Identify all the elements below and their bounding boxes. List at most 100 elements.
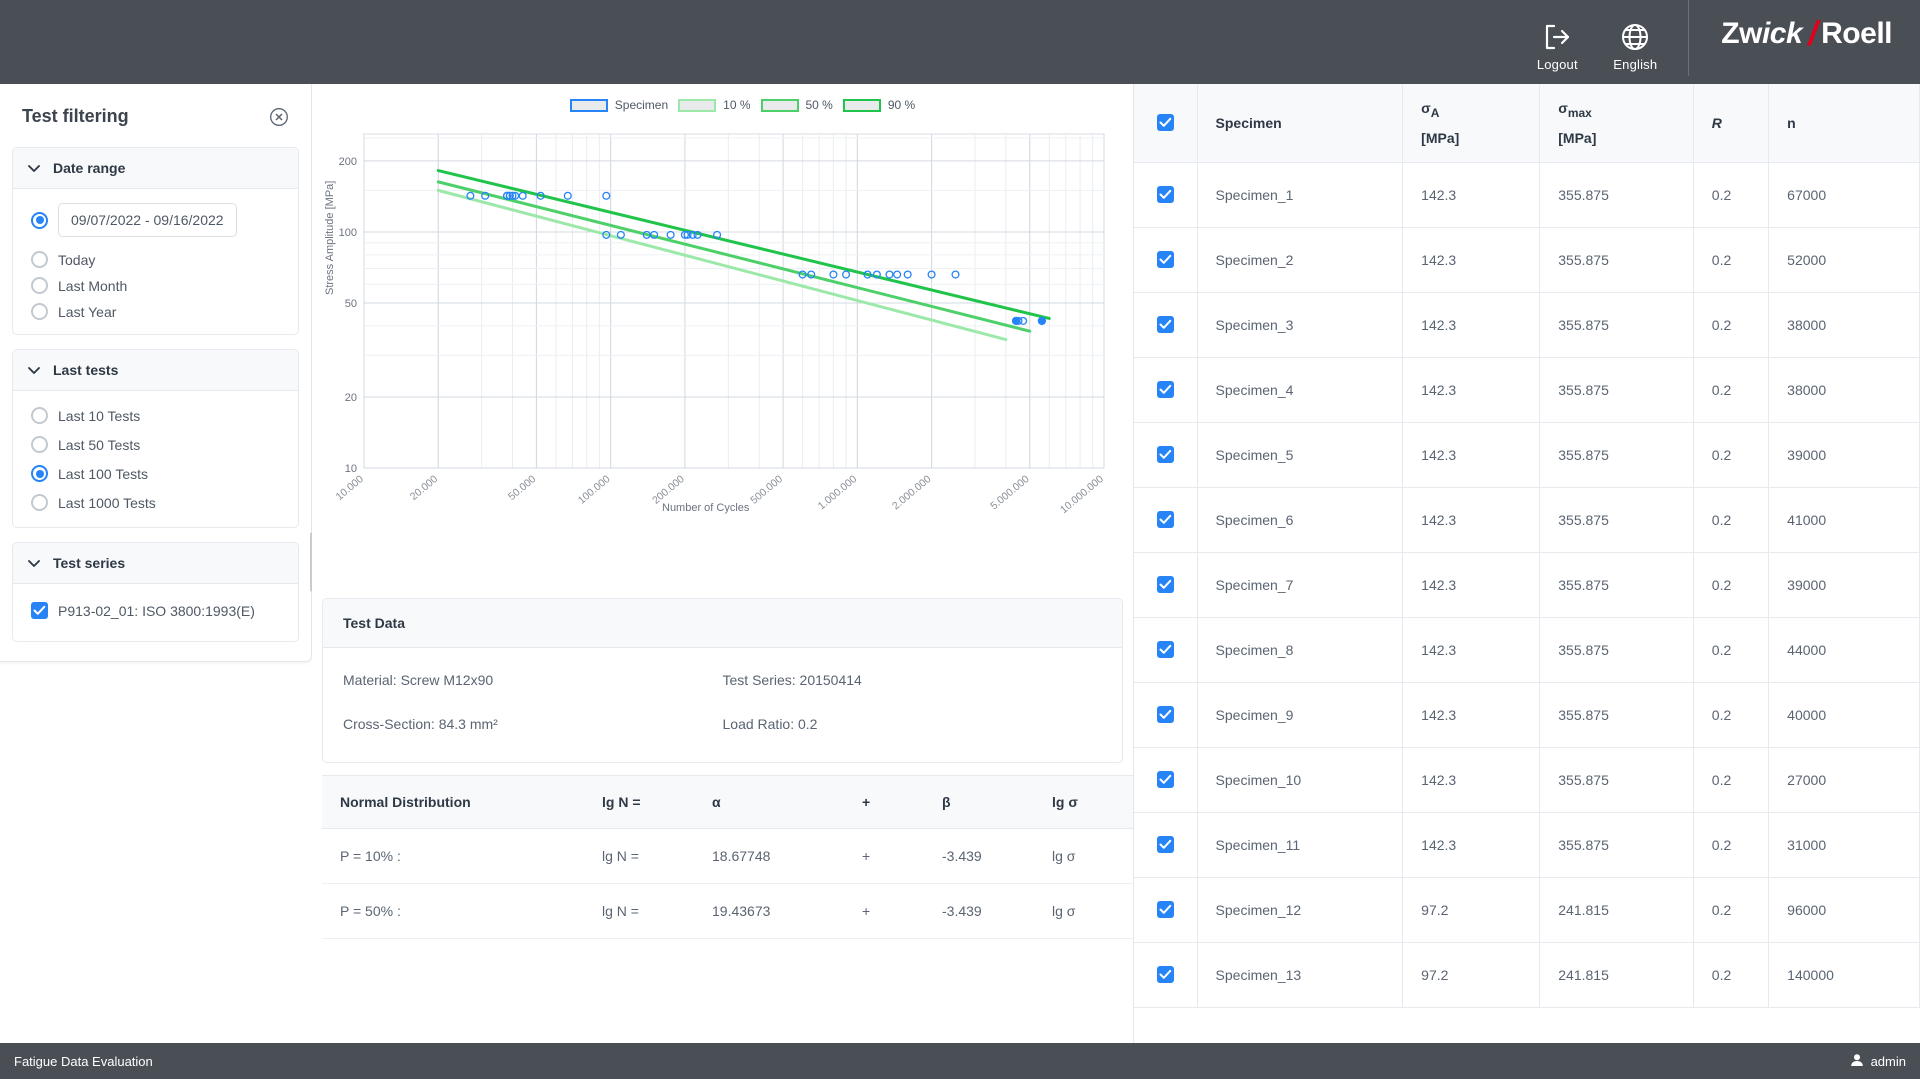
row-checkbox[interactable]	[1156, 901, 1174, 918]
nd-row-alpha: 19.43673	[702, 883, 852, 939]
fatigue-chart-card: Specimen 10 % 50 % 90 % 200 100 50 20 10 10.0…	[312, 84, 1133, 590]
date-range-input[interactable]: 09/07/2022 - 09/16/2022	[58, 203, 237, 237]
radio-last-1000-tests[interactable]: Last 1000 Tests	[31, 494, 284, 511]
header-sigma-max[interactable]: σmax [MPa]	[1539, 84, 1694, 163]
row-checkbox-cell[interactable]	[1134, 682, 1198, 748]
header-r[interactable]: R	[1693, 84, 1770, 163]
table-row[interactable]: Specimen_7 142.3 355.875 0.2 39000	[1134, 552, 1920, 618]
row-checkbox-cell[interactable]	[1134, 422, 1198, 488]
close-icon[interactable]	[269, 107, 289, 127]
row-checkbox-cell[interactable]	[1134, 487, 1198, 553]
current-user[interactable]: admin	[1850, 1053, 1906, 1070]
nd-row-p: P = 10% :	[322, 828, 592, 884]
radio-last-month[interactable]: Last Month	[31, 277, 284, 294]
logout-button[interactable]: Logout	[1518, 21, 1596, 76]
table-row[interactable]: Specimen_5 142.3 355.875 0.2 39000	[1134, 422, 1920, 488]
table-row[interactable]: Specimen_6 142.3 355.875 0.2 41000	[1134, 487, 1920, 553]
row-checkbox[interactable]	[1156, 771, 1174, 788]
table-row[interactable]: Specimen_8 142.3 355.875 0.2 44000	[1134, 617, 1920, 683]
radio-today-label: Today	[58, 251, 96, 268]
legend-item-p10[interactable]: 10 %	[678, 98, 751, 112]
table-row[interactable]: Specimen_1 142.3 355.875 0.2 67000	[1134, 162, 1920, 228]
chart-legend: Specimen 10 % 50 % 90 %	[322, 90, 1123, 120]
header-sigma-a[interactable]: σA [MPa]	[1402, 84, 1541, 163]
table-row[interactable]: Specimen_10 142.3 355.875 0.2 27000	[1134, 747, 1920, 813]
radio-last-year[interactable]: Last Year	[31, 303, 284, 320]
row-checkbox[interactable]	[1156, 511, 1174, 528]
radio-today[interactable]: Today	[31, 251, 284, 268]
table-row[interactable]: Specimen_2 142.3 355.875 0.2 52000	[1134, 227, 1920, 293]
row-checkbox-cell[interactable]	[1134, 942, 1198, 1008]
radio-last-month-label: Last Month	[58, 277, 128, 294]
cell-sigma-a: 142.3	[1402, 682, 1541, 748]
row-checkbox-cell[interactable]	[1134, 162, 1198, 228]
logout-label: Logout	[1536, 57, 1578, 72]
test-filtering-panel: Test filtering Date range 09/07/2022 - 0…	[0, 84, 315, 662]
test-data-card-title: Test Data	[323, 599, 1122, 648]
row-checkbox-cell[interactable]	[1134, 812, 1198, 878]
radio-last-100-tests[interactable]: Last 100 Tests	[31, 465, 284, 482]
row-checkbox[interactable]	[1156, 641, 1174, 658]
cell-n: 40000	[1768, 682, 1920, 748]
row-checkbox-cell[interactable]	[1134, 227, 1198, 293]
legend-item-p50[interactable]: 50 %	[760, 98, 833, 112]
filter-panel-header: Test filtering	[0, 84, 311, 137]
table-row[interactable]: P = 10% : lg N = 18.67748 + -3.439 lg σ	[322, 828, 1133, 884]
svg-text:20: 20	[345, 392, 357, 404]
row-checkbox-cell[interactable]	[1134, 747, 1198, 813]
row-checkbox[interactable]	[1156, 836, 1174, 853]
chart-plot-area[interactable]: 200 100 50 20 10 10.000 20.000 50.000 100.000 200…	[322, 120, 1122, 590]
row-checkbox[interactable]	[1156, 381, 1174, 398]
select-all-header-cell[interactable]	[1134, 84, 1198, 163]
row-checkbox-cell[interactable]	[1134, 617, 1198, 683]
svg-text:10: 10	[345, 463, 357, 475]
legend-item-specimen[interactable]: Specimen	[569, 98, 668, 112]
cell-n: 44000	[1768, 617, 1920, 683]
filter-group-last-tests-header[interactable]: Last tests	[13, 350, 298, 391]
svg-text:100.000: 100.000	[576, 473, 613, 507]
test-data-card-body: Material: Screw M12x90 Cross-Section: 84…	[323, 648, 1122, 762]
row-checkbox[interactable]	[1156, 576, 1174, 593]
legend-item-p90[interactable]: 90 %	[842, 98, 915, 112]
nd-row-lgsigma: lg σ	[1042, 883, 1133, 939]
radio-date-range-custom[interactable]: 09/07/2022 - 09/16/2022	[31, 203, 284, 237]
header-n[interactable]: n	[1768, 84, 1920, 163]
status-bar: Fatigue Data Evaluation admin	[0, 1043, 1920, 1079]
cell-sigma-a: 142.3	[1402, 747, 1541, 813]
table-row[interactable]: Specimen_12 97.2 241.815 0.2 96000	[1134, 877, 1920, 943]
radio-last-100-tests-label: Last 100 Tests	[58, 465, 149, 482]
header-specimen[interactable]: Specimen	[1197, 84, 1404, 163]
radio-last-50-tests[interactable]: Last 50 Tests	[31, 436, 284, 453]
table-row[interactable]: P = 50% : lg N = 19.43673 + -3.439 lg σ	[322, 883, 1133, 939]
cell-r: 0.2	[1693, 422, 1770, 488]
filter-group-test-series-header[interactable]: Test series	[13, 543, 298, 584]
table-row[interactable]: Specimen_3 142.3 355.875 0.2 38000	[1134, 292, 1920, 358]
cell-specimen: Specimen_12	[1197, 877, 1404, 943]
specimen-table-head: Specimen σA [MPa] σmax [MPa] R n	[1134, 84, 1920, 163]
table-row[interactable]: Specimen_9 142.3 355.875 0.2 40000	[1134, 682, 1920, 748]
row-checkbox-cell[interactable]	[1134, 292, 1198, 358]
row-checkbox[interactable]	[1156, 316, 1174, 333]
radio-last-10-tests[interactable]: Last 10 Tests	[31, 407, 284, 424]
filter-group-date-range: Date range 09/07/2022 - 09/16/2022 Today…	[12, 147, 299, 335]
checkbox-test-series-item[interactable]: P913-02_01: ISO 3800:1993(E)	[31, 602, 284, 619]
cell-r: 0.2	[1693, 942, 1770, 1008]
row-checkbox[interactable]	[1156, 966, 1174, 983]
cell-n: 140000	[1768, 942, 1920, 1008]
table-row[interactable]: Specimen_13 97.2 241.815 0.2 140000	[1134, 942, 1920, 1008]
table-row[interactable]: Specimen_4 142.3 355.875 0.2 38000	[1134, 357, 1920, 423]
row-checkbox[interactable]	[1156, 251, 1174, 268]
table-row[interactable]: Specimen_11 142.3 355.875 0.2 31000	[1134, 812, 1920, 878]
language-button[interactable]: English	[1596, 21, 1674, 76]
row-checkbox-cell[interactable]	[1134, 877, 1198, 943]
cell-sigma-max: 355.875	[1539, 292, 1694, 358]
row-checkbox[interactable]	[1156, 186, 1174, 203]
row-checkbox-cell[interactable]	[1134, 552, 1198, 618]
row-checkbox-cell[interactable]	[1134, 357, 1198, 423]
row-checkbox[interactable]	[1156, 706, 1174, 723]
select-all-checkbox[interactable]	[1156, 114, 1174, 132]
cell-specimen: Specimen_3	[1197, 292, 1404, 358]
filter-group-date-range-header[interactable]: Date range	[13, 148, 298, 189]
legend-label-p50: 50 %	[805, 98, 833, 112]
row-checkbox[interactable]	[1156, 446, 1174, 463]
